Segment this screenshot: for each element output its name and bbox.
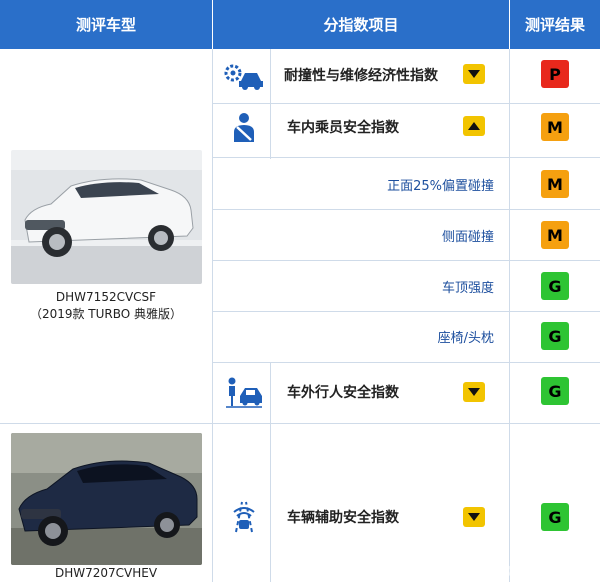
divider (213, 362, 600, 363)
divider (213, 260, 600, 261)
vehicle-photo-blue-sedan (11, 433, 202, 565)
row-label-occupant-safety: 车内乘员安全指数 (287, 120, 399, 136)
row-label-roof-strength: 车顶强度 (441, 280, 494, 296)
rating-badge: G (541, 272, 569, 300)
divider (0, 423, 600, 424)
vehicle-edition-1: （2019款 TURBO 典雅版） (29, 307, 183, 321)
collapse-toggle-occupant-safety[interactable] (463, 116, 485, 136)
divider (270, 362, 271, 582)
row-label-seat-head-restraint: 座椅/头枕 (437, 330, 494, 346)
divider (213, 311, 600, 312)
divider (509, 49, 510, 582)
divider (270, 49, 271, 159)
car-repair-gear-icon (222, 58, 266, 94)
seated-occupant-seatbelt-icon (222, 110, 266, 146)
expand-toggle-pedestrian-safety[interactable] (463, 382, 485, 402)
header-items: 分指数项目 (213, 0, 509, 49)
row-label-frontal-25-offset: 正面25%偏置碰撞 (387, 178, 494, 194)
rating-badge: G (541, 503, 569, 531)
row-label-driver-assist: 车辆辅助安全指数 (287, 510, 399, 526)
row-label-pedestrian-safety: 车外行人安全指数 (287, 385, 399, 401)
header-model: 测评车型 (0, 0, 212, 49)
divider (213, 209, 600, 210)
rating-table: 测评车型 分指数项目 测评结果 DHW7152CVCSF （2019款 TURB… (0, 0, 600, 582)
caret-down-icon (468, 513, 480, 521)
watermark: MODIAUTO (490, 564, 592, 580)
row-label-crashworthiness: 耐撞性与维修经济性指数 (284, 68, 438, 84)
row-label-side-impact: 侧面碰撞 (441, 229, 494, 245)
header-result: 测评结果 (510, 0, 600, 49)
vehicle-model-2: DHW7207CVHEV (54, 566, 158, 580)
rating-badge: M (541, 170, 569, 198)
expand-toggle-crashworthiness[interactable] (463, 64, 485, 84)
rating-badge: P (541, 60, 569, 88)
divider (213, 103, 600, 104)
rating-badge: M (541, 221, 569, 249)
rating-badge: G (541, 377, 569, 405)
caret-up-icon (468, 122, 480, 130)
expand-toggle-driver-assist[interactable] (463, 507, 485, 527)
caret-down-icon (468, 388, 480, 396)
vehicle-photo-white-sedan (11, 150, 202, 284)
pedestrian-car-icon (222, 374, 266, 410)
vehicle-model-1: DHW7152CVCSF (55, 290, 157, 304)
divider (213, 157, 600, 158)
caret-down-icon (468, 70, 480, 78)
divider (212, 49, 213, 582)
rating-badge: M (541, 113, 569, 141)
rating-badge: G (541, 322, 569, 350)
driver-assist-lane-icon (222, 499, 266, 535)
